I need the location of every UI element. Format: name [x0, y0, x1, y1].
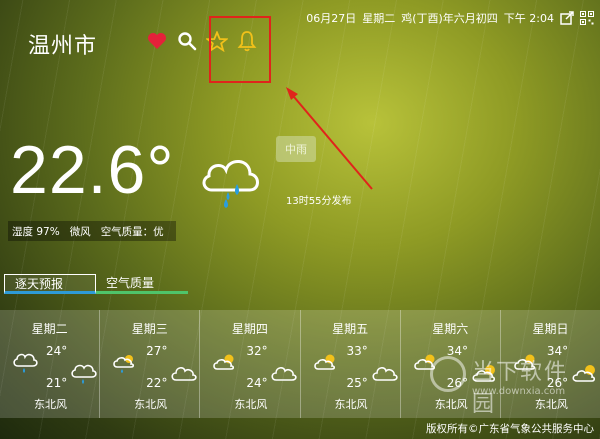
- forecast-day-name: 星期五: [332, 322, 369, 336]
- forecast-day-name: 星期六: [432, 322, 469, 336]
- wind-text: 微风: [69, 225, 91, 238]
- forecast-high: 24°: [46, 344, 68, 358]
- forecast-low: 25°: [346, 376, 368, 390]
- weekday-text: 星期二: [362, 12, 396, 25]
- watermark: 当下软件园 www.downxia.com: [430, 352, 590, 418]
- cloud-icon: [171, 367, 197, 381]
- date-text: 06月27日: [306, 12, 357, 25]
- forecast-day[interactable]: 星期二 24° 21° 东北风: [0, 310, 101, 418]
- tab-air-quality[interactable]: 空气质量: [96, 274, 188, 294]
- sun-cloud-rain-icon: [113, 355, 135, 373]
- forecast-wind: 东北风: [234, 398, 268, 411]
- forecast-low: 21°: [46, 376, 68, 390]
- forecast-day-name: 星期二: [31, 322, 68, 336]
- tab-daily-forecast[interactable]: 逐天预报: [4, 274, 96, 294]
- forecast-low: 24°: [246, 376, 268, 390]
- time-text: 下午 2:04: [503, 12, 554, 25]
- search-icon[interactable]: [176, 30, 198, 52]
- rain-cloud-icon: [198, 150, 264, 210]
- tab-bar: 逐天预报 空气质量: [4, 274, 188, 294]
- city-name[interactable]: 温州市: [28, 28, 97, 60]
- forecast-day[interactable]: 星期五 33° 25° 东北风: [301, 310, 401, 418]
- forecast-high: 33°: [346, 344, 368, 358]
- lunar-date-text: 鸡(丁酉)年六月初四: [401, 12, 498, 25]
- forecast-day-name: 星期四: [231, 322, 268, 336]
- heart-icon[interactable]: [146, 30, 168, 52]
- rain-cloud-icon: [13, 353, 38, 373]
- forecast-high: 32°: [246, 344, 268, 358]
- copyright-footer: 版权所有©广东省气象公共服务中心: [426, 423, 594, 435]
- sun-cloud-icon: [313, 354, 335, 370]
- current-details: 湿度 97% 微风 空气质量：优: [8, 221, 176, 241]
- sun-cloud-icon: [213, 354, 235, 370]
- forecast-wind: 东北风: [34, 398, 67, 411]
- forecast-day[interactable]: 星期三 27° 22° 东北风: [100, 310, 201, 418]
- annotation-highlight-box: [209, 16, 271, 83]
- qr-code-icon[interactable]: [580, 11, 594, 25]
- forecast-wind: 东北风: [334, 398, 368, 411]
- share-icon[interactable]: [560, 11, 574, 25]
- watermark-url: www.downxia.com: [472, 386, 566, 397]
- condition-badge: 中雨: [276, 136, 316, 162]
- forecast-low: 22°: [146, 376, 168, 390]
- forecast-wind: 东北风: [134, 398, 168, 411]
- humidity-text: 湿度 97%: [12, 225, 60, 238]
- forecast-high: 27°: [146, 344, 168, 358]
- weather-app-window: 温州市 06月27日 星期二 鸡(丁酉)年六月初四 下午 2:04 22.6°: [0, 0, 600, 439]
- publish-time: 13时55分发布: [286, 196, 352, 207]
- forecast-day-name: 星期日: [532, 322, 569, 336]
- rain-cloud-icon: [71, 364, 97, 384]
- cloud-icon: [371, 367, 398, 381]
- watermark-logo-icon: [430, 356, 466, 392]
- forecast-day-name: 星期三: [131, 322, 168, 336]
- cloud-icon: [271, 367, 298, 381]
- date-bar: 06月27日 星期二 鸡(丁酉)年六月初四 下午 2:04: [306, 10, 594, 26]
- current-temperature: 22.6°: [10, 132, 175, 208]
- forecast-day[interactable]: 星期四 32° 24° 东北风: [200, 310, 301, 418]
- air-quality-text: 空气质量：优: [100, 225, 164, 238]
